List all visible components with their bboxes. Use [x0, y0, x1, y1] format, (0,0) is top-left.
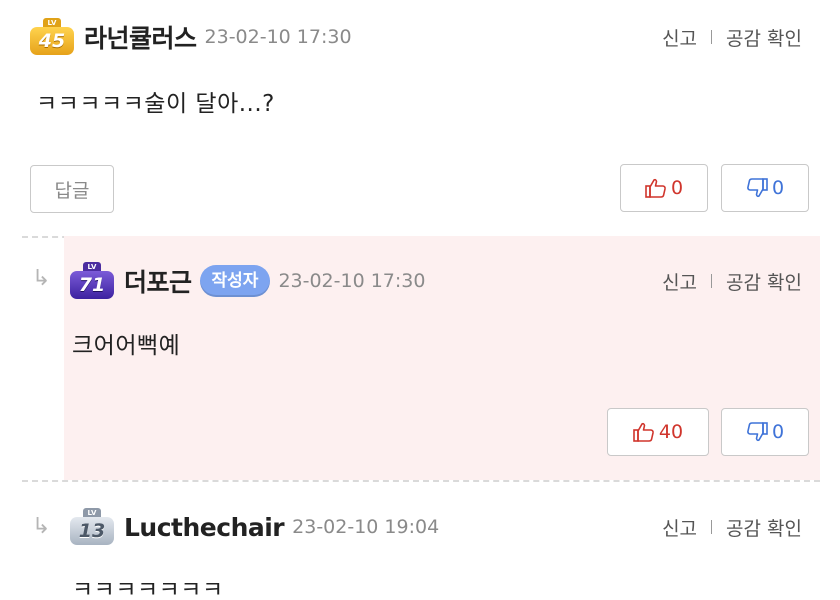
level-badge-icon: LV 13	[70, 508, 114, 546]
comment-body: ㅋㅋㅋㅋㅋ술이 달아...?	[36, 91, 275, 117]
report-link[interactable]: 신고	[662, 514, 697, 541]
comment-item: LV 45 라넌큘러스 23-02-10 17:30 신고 공감 확인 ㅋㅋㅋㅋ…	[0, 0, 840, 238]
comment-header: LV 45 라넌큘러스 23-02-10 17:30	[30, 17, 352, 57]
level-number: 45	[30, 27, 74, 55]
reply-button-label: 답글	[54, 179, 90, 202]
empathy-check-link[interactable]: 공감 확인	[726, 268, 802, 295]
level-number: 71	[70, 271, 114, 299]
empathy-check-link[interactable]: 공감 확인	[726, 24, 802, 51]
comment-actions: 신고 공감 확인	[662, 261, 802, 301]
comment-timestamp: 23-02-10 17:30	[204, 26, 352, 48]
dislike-count: 0	[771, 421, 785, 443]
empathy-check-link[interactable]: 공감 확인	[726, 514, 802, 541]
like-count: 0	[670, 177, 684, 199]
comment-body: 크어어뻑예	[72, 333, 181, 359]
reply-comment-item: ↳ LV 13 Lucthechair 23-02-10 19:04 신고 공감…	[0, 480, 840, 600]
dislike-button[interactable]: 0	[721, 408, 809, 456]
reply-arrow-icon: ↳	[32, 514, 51, 539]
dislike-button[interactable]: 0	[721, 164, 809, 212]
comment-header: LV 13 Lucthechair 23-02-10 19:04	[70, 507, 439, 547]
reply-arrow-icon: ↳	[32, 266, 51, 291]
like-count: 40	[658, 421, 684, 443]
thumbs-down-icon	[747, 178, 768, 198]
author-nickname[interactable]: Lucthechair	[124, 513, 285, 542]
divider	[711, 30, 713, 44]
dislike-count: 0	[771, 177, 785, 199]
author-badge: 작성자	[199, 265, 271, 297]
level-number: 13	[70, 517, 114, 545]
comment-body: ㅋㅋㅋㅋㅋㅋㅋ	[72, 577, 224, 600]
like-button[interactable]: 0	[620, 164, 708, 212]
divider	[711, 274, 713, 288]
level-badge-icon: LV 71	[70, 262, 114, 300]
comment-header: LV 71 더포근 작성자 23-02-10 17:30	[70, 261, 425, 301]
reply-comment-item: ↳ LV 71 더포근 작성자 23-02-10 17:30 신고 공감 확인 …	[0, 236, 840, 482]
report-link[interactable]: 신고	[662, 24, 697, 51]
comment-actions: 신고 공감 확인	[662, 17, 802, 57]
comment-timestamp: 23-02-10 19:04	[292, 516, 440, 538]
level-badge-icon: LV 45	[30, 18, 74, 56]
like-button[interactable]: 40	[607, 408, 709, 456]
divider	[711, 520, 713, 534]
author-nickname[interactable]: 더포근	[124, 263, 192, 299]
thumbs-up-icon	[633, 422, 654, 442]
reply-button[interactable]: 답글	[30, 165, 114, 213]
comment-actions: 신고 공감 확인	[662, 507, 802, 547]
author-nickname[interactable]: 라넌큘러스	[84, 19, 197, 55]
thumbs-up-icon	[645, 178, 666, 198]
report-link[interactable]: 신고	[662, 268, 697, 295]
comment-timestamp: 23-02-10 17:30	[278, 270, 426, 292]
thumbs-down-icon	[747, 422, 768, 442]
